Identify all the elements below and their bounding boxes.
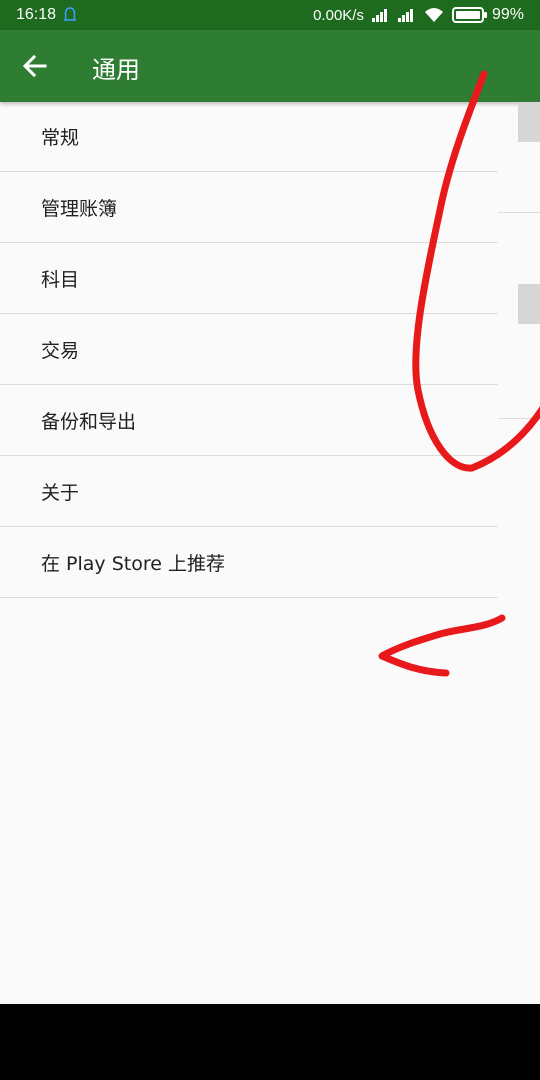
menu-item-manage-books[interactable]: 管理账簿 <box>0 172 498 243</box>
annotation-arrow-stroke <box>378 614 506 677</box>
battery-icon <box>451 7 487 23</box>
notification-icon <box>64 7 77 21</box>
menu-item-transactions[interactable]: 交易 <box>0 314 498 385</box>
signal-icon <box>397 8 416 22</box>
page-title: 通用 <box>92 56 140 84</box>
wifi-icon <box>424 8 443 22</box>
menu-item-accounts[interactable]: 科目 <box>0 243 498 314</box>
menu-item-label: 在 Play Store 上推荐 <box>41 552 225 575</box>
network-speed: 0.00K/s <box>313 6 364 24</box>
menu-item-label: 科目 <box>41 268 80 291</box>
divider <box>498 212 540 213</box>
back-arrow-icon[interactable] <box>20 52 52 80</box>
menu-item-label: 管理账簿 <box>41 197 118 220</box>
menu-item-label: 交易 <box>41 339 80 362</box>
menu-item-label: 关于 <box>41 481 80 504</box>
signal-icon <box>371 8 390 22</box>
menu-item-label: 常规 <box>41 127 80 149</box>
battery-percent: 99% <box>491 6 524 23</box>
status-bar: 16:18 0.00K/s 99% <box>0 0 540 30</box>
app-bar: 通用 <box>0 30 540 102</box>
divider <box>498 418 540 419</box>
underlying-button <box>518 102 540 142</box>
menu-item-backup-export[interactable]: 备份和导出 <box>0 385 498 456</box>
menu-item-recommend-play-store[interactable]: 在 Play Store 上推荐 <box>0 527 498 598</box>
underlying-button <box>518 284 540 324</box>
status-time: 16:18 <box>16 6 57 23</box>
menu-item-about[interactable]: 关于 <box>0 456 498 527</box>
settings-menu: 常规 管理账簿 科目 交易 备份和导出 关于 在 Play Store 上推荐 <box>0 102 498 598</box>
menu-item-label: 备份和导出 <box>41 410 137 433</box>
system-nav-bar <box>0 1004 540 1080</box>
menu-item-general[interactable]: 常规 <box>0 102 498 172</box>
